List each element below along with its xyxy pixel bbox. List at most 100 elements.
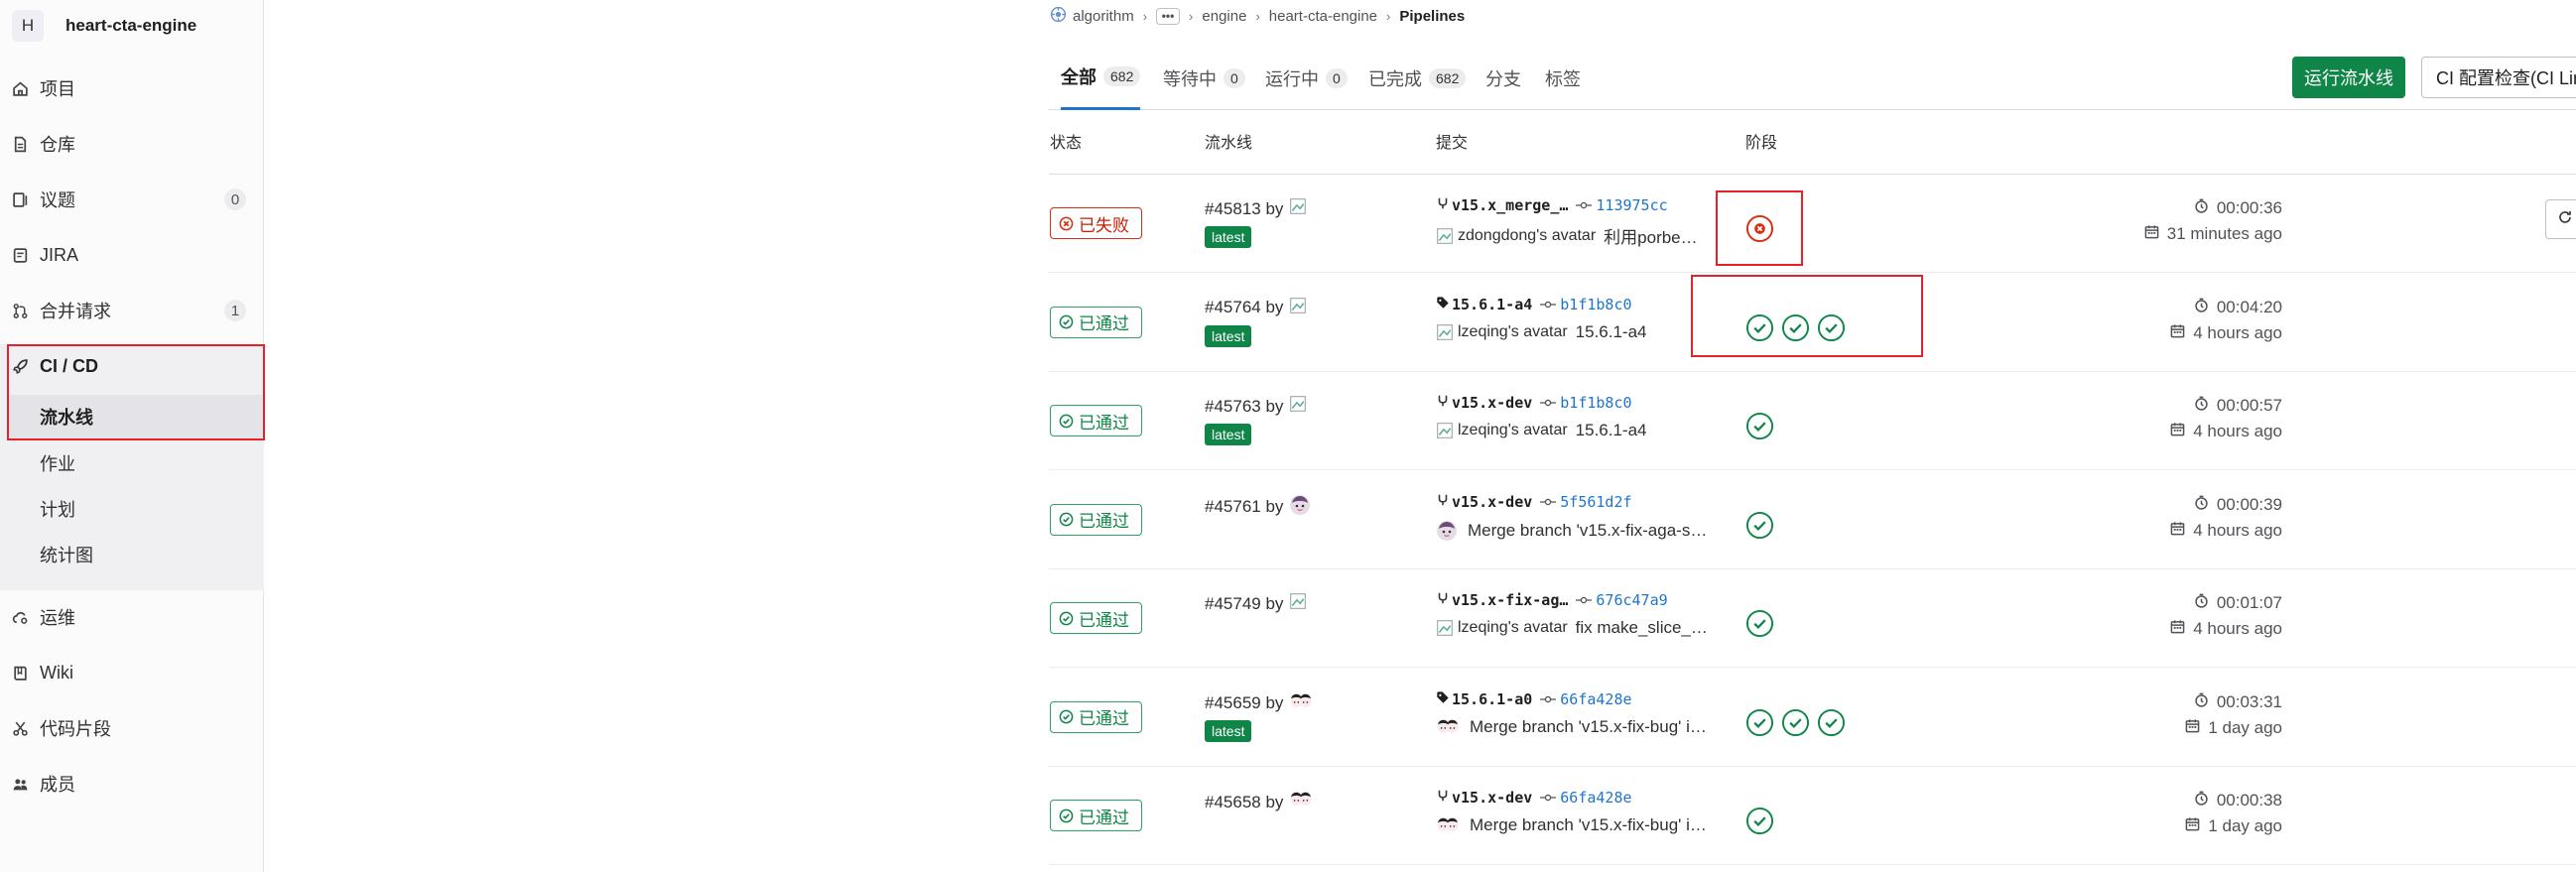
breadcrumb-group-link[interactable]: algorithm: [1073, 8, 1134, 25]
pipeline-id-link[interactable]: #45761 by: [1205, 497, 1283, 517]
pipeline-id-link[interactable]: #45764 by: [1205, 298, 1283, 317]
commit-sha-link[interactable]: 113975cc: [1596, 196, 1667, 214]
project-header[interactable]: H heart-cta-engine: [0, 0, 264, 52]
ci-lint-button[interactable]: CI 配置检查(CI Lint): [2421, 57, 2576, 98]
ref-link[interactable]: 15.6.1-a0: [1452, 690, 1532, 708]
sidebar-item-wiki[interactable]: Wiki: [0, 651, 264, 694]
sidebar-item-project[interactable]: 项目: [0, 66, 264, 110]
breadcrumb-project-link[interactable]: heart-cta-engine: [1269, 8, 1377, 25]
pipeline-id-link[interactable]: #45659 by: [1205, 693, 1283, 713]
tab-tags[interactable]: 标签: [1545, 46, 1581, 110]
retry-button[interactable]: [2545, 199, 2576, 239]
stage-passed-icon[interactable]: [1745, 807, 1774, 835]
sidebar-subitem-charts[interactable]: 统计图: [40, 535, 93, 574]
author-avatar[interactable]: [1436, 717, 1460, 737]
sidebar-item-members[interactable]: 成员: [0, 762, 264, 806]
commit-message-link[interactable]: Merge branch 'v15.x-fix-aga-s…: [1468, 521, 1707, 541]
tab-pending[interactable]: 等待中 0: [1163, 46, 1245, 110]
status-badge[interactable]: 已通过: [1050, 800, 1142, 831]
stage-passed-icon[interactable]: [1817, 313, 1846, 342]
sidebar-item-jira[interactable]: JIRA: [0, 233, 264, 277]
author-avatar[interactable]: [1436, 422, 1454, 439]
commit-sha-link[interactable]: b1f1b8c0: [1560, 296, 1631, 313]
stage-failed-icon[interactable]: [1745, 214, 1774, 243]
tab-count-badge: 682: [1103, 66, 1141, 86]
calendar-icon: [2185, 718, 2208, 738]
sidebar-item-issues[interactable]: 议题 0: [0, 178, 264, 221]
commit-sha-link[interactable]: 66fa428e: [1560, 789, 1631, 807]
stage-passed-icon[interactable]: [1745, 511, 1774, 540]
stage-passed-icon[interactable]: [1781, 313, 1810, 342]
pipeline-id-link[interactable]: #45813 by: [1205, 199, 1283, 219]
user-avatar[interactable]: [1289, 691, 1313, 716]
author-avatar[interactable]: [1436, 520, 1458, 542]
stage-passed-icon[interactable]: [1817, 708, 1846, 737]
sidebar-item-cicd[interactable]: CI / CD: [0, 344, 264, 388]
ref-link[interactable]: v15.x_merge_…: [1452, 196, 1568, 214]
breadcrumb-subgroup-link[interactable]: engine: [1202, 8, 1246, 25]
author-avatar-alt: zdongdong's avatar: [1458, 226, 1597, 244]
sidebar-subitem-pipelines[interactable]: 流水线: [40, 397, 93, 436]
status-badge[interactable]: 已通过: [1050, 306, 1142, 338]
sidebar-item-label: 合并请求: [40, 302, 111, 321]
pipeline-id-link[interactable]: #45763 by: [1205, 397, 1283, 417]
stages-list: [1745, 807, 1781, 835]
ref-link[interactable]: v15.x-dev: [1452, 789, 1532, 807]
sidebar-item-merge-requests[interactable]: 合并请求 1: [0, 289, 264, 332]
author-avatar[interactable]: [1436, 619, 1454, 637]
sidebar-subitem-schedules[interactable]: 计划: [40, 489, 75, 529]
sidebar-subitem-jobs[interactable]: 作业: [40, 443, 75, 483]
user-avatar[interactable]: [1289, 395, 1307, 418]
sidebar-item-operations[interactable]: 运维: [0, 595, 264, 639]
commit-message-link[interactable]: 利用porbe…: [1604, 223, 1697, 248]
breadcrumb-current[interactable]: Pipelines: [1399, 8, 1465, 25]
status-badge[interactable]: 已通过: [1050, 700, 1142, 733]
user-avatar[interactable]: [1289, 297, 1307, 319]
breadcrumb-more-button[interactable]: •••: [1156, 7, 1181, 25]
stage-passed-icon[interactable]: [1745, 708, 1774, 737]
ref-link[interactable]: v15.x-fix-ag…: [1452, 591, 1568, 609]
ref-link[interactable]: 15.6.1-a4: [1452, 296, 1532, 313]
pipeline-duration: 00:01:07: [2194, 593, 2282, 613]
commit-sha-link[interactable]: b1f1b8c0: [1560, 394, 1631, 412]
commit-message-link[interactable]: Merge branch 'v15.x-fix-bug' i…: [1470, 815, 1707, 835]
user-avatar[interactable]: [1289, 494, 1311, 521]
pipeline-id-link[interactable]: #45749 by: [1205, 594, 1283, 614]
ref-link[interactable]: v15.x-dev: [1452, 493, 1532, 511]
stage-passed-icon[interactable]: [1781, 708, 1810, 737]
status-badge[interactable]: 已通过: [1050, 503, 1142, 536]
pipeline-duration: 00:00:57: [2194, 396, 2282, 416]
commit-message-link[interactable]: 15.6.1-a4: [1576, 322, 1647, 342]
author-avatar[interactable]: [1436, 815, 1460, 835]
status-badge[interactable]: 已通过: [1050, 405, 1142, 436]
status-badge[interactable]: 已失败: [1050, 207, 1142, 239]
stage-passed-icon[interactable]: [1745, 609, 1774, 638]
run-pipeline-button[interactable]: 运行流水线: [2292, 57, 2405, 98]
tab-running[interactable]: 运行中 0: [1265, 46, 1348, 110]
commit-sha-link[interactable]: 676c47a9: [1596, 591, 1667, 609]
user-avatar[interactable]: [1289, 592, 1307, 615]
group-avatar-icon: [1050, 6, 1067, 27]
commit-message-link[interactable]: fix make_slice_…: [1576, 618, 1708, 638]
tab-all[interactable]: 全部 682: [1061, 46, 1141, 110]
author-avatar[interactable]: [1436, 323, 1454, 341]
pipeline-id-link[interactable]: #45658 by: [1205, 793, 1283, 812]
user-avatar[interactable]: [1289, 790, 1313, 814]
stage-passed-icon[interactable]: [1745, 313, 1774, 342]
tab-branches[interactable]: 分支: [1485, 46, 1521, 110]
sidebar-item-snippets[interactable]: 代码片段: [0, 706, 264, 750]
pipeline-id: #45763 by: [1205, 395, 1307, 418]
commit-message-link[interactable]: Merge branch 'v15.x-fix-bug' i…: [1470, 717, 1707, 737]
commit-message-link[interactable]: 15.6.1-a4: [1576, 421, 1647, 440]
sidebar-item-repository[interactable]: 仓库: [0, 122, 264, 166]
tab-finished[interactable]: 已完成 682: [1368, 46, 1467, 110]
stage-passed-icon[interactable]: [1745, 412, 1774, 440]
commit-sha-link[interactable]: 66fa428e: [1560, 690, 1631, 708]
author-avatar[interactable]: [1436, 227, 1454, 245]
issues-icon: [8, 187, 32, 211]
ref-link[interactable]: v15.x-dev: [1452, 394, 1532, 412]
commit-ref: 15.6.1-a0 66fa428e: [1436, 690, 1632, 708]
commit-sha-link[interactable]: 5f561d2f: [1560, 493, 1631, 511]
status-badge[interactable]: 已通过: [1050, 602, 1142, 634]
user-avatar[interactable]: [1289, 197, 1307, 220]
